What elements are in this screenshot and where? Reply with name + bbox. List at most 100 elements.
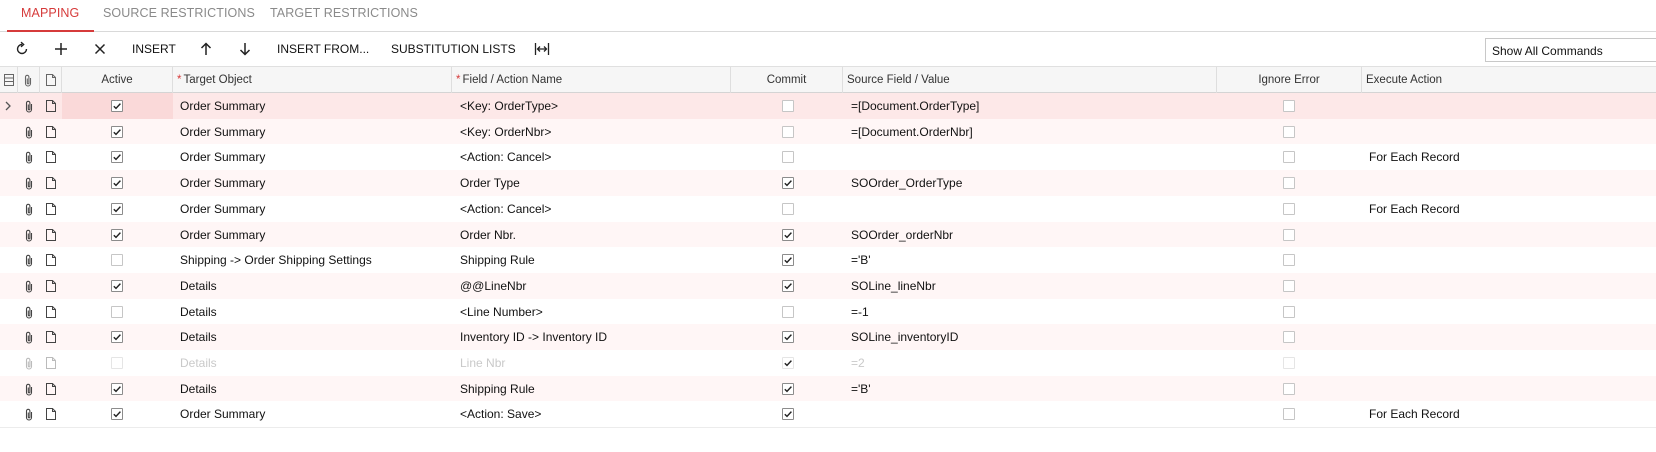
commit-checkbox[interactable] <box>782 408 794 421</box>
source-field-value-cell[interactable] <box>851 401 1211 427</box>
refresh-icon[interactable] <box>12 39 32 59</box>
commit-checkbox[interactable] <box>782 254 794 267</box>
source-field-value-cell[interactable] <box>851 196 1211 222</box>
source-field-value-cell[interactable]: SOLine_lineNbr <box>851 273 1211 299</box>
target-object-cell[interactable]: Order Summary <box>180 401 450 427</box>
source-field-value-cell[interactable]: =2 <box>851 350 1211 376</box>
execute-action-cell[interactable] <box>1369 119 1649 145</box>
execute-action-cell[interactable] <box>1369 170 1649 196</box>
ignore-error-checkbox[interactable] <box>1283 228 1295 241</box>
execute-action-cell[interactable] <box>1369 247 1649 273</box>
field-action-name-cell[interactable]: <Key: OrderNbr> <box>460 119 728 145</box>
paperclip-icon[interactable] <box>24 126 36 139</box>
note-icon[interactable] <box>46 177 58 190</box>
commands-select[interactable]: Show All Commands <box>1485 38 1656 62</box>
move-up-button[interactable] <box>196 39 216 59</box>
source-field-value-cell[interactable] <box>851 144 1211 170</box>
execute-action-cell[interactable] <box>1369 299 1649 325</box>
col-execute-action[interactable]: Execute Action <box>1362 67 1656 93</box>
table-row[interactable]: Order Summary <Action: Save> For Each Reco… <box>0 401 1656 429</box>
note-icon[interactable] <box>46 305 58 319</box>
target-object-cell[interactable]: Details <box>180 273 450 299</box>
paperclip-icon[interactable] <box>24 177 36 190</box>
paperclip-icon[interactable] <box>24 254 36 267</box>
active-checkbox[interactable] <box>111 100 123 112</box>
target-object-cell[interactable]: Order Summary <box>180 93 450 119</box>
active-checkbox[interactable] <box>111 305 123 318</box>
paperclip-icon[interactable] <box>24 100 36 113</box>
execute-action-cell[interactable] <box>1369 350 1649 376</box>
paperclip-icon[interactable] <box>24 229 36 242</box>
active-checkbox[interactable] <box>111 279 123 292</box>
field-action-name-cell[interactable]: @@LineNbr <box>460 273 728 299</box>
target-object-cell[interactable]: Order Summary <box>180 196 450 222</box>
table-row[interactable]: Details Line Nbr =2 <box>0 350 1656 377</box>
source-field-value-cell[interactable]: SOOrder_orderNbr <box>851 222 1211 248</box>
tab-target-restrictions[interactable]: TARGET RESTRICTIONS <box>270 6 418 20</box>
target-object-cell[interactable]: Order Summary <box>180 170 450 196</box>
execute-action-cell[interactable] <box>1369 273 1649 299</box>
tab-mapping[interactable]: MAPPING <box>21 6 79 20</box>
add-row-button[interactable] <box>51 39 71 59</box>
active-checkbox[interactable] <box>111 202 123 215</box>
active-checkbox[interactable] <box>111 125 123 138</box>
note-icon[interactable] <box>46 279 58 293</box>
target-object-cell[interactable]: Details <box>180 299 450 325</box>
table-row[interactable]: Order Summary <Key: OrderNbr> =[Document.O… <box>0 118 1656 146</box>
active-checkbox[interactable] <box>111 151 123 164</box>
commit-checkbox[interactable] <box>782 331 794 344</box>
commit-checkbox[interactable] <box>782 279 794 292</box>
table-row[interactable]: Order Summary Order Nbr. SOOrder_orderNbr <box>0 221 1656 249</box>
ignore-error-checkbox[interactable] <box>1283 202 1295 215</box>
paperclip-icon[interactable] <box>24 203 36 216</box>
execute-action-cell[interactable] <box>1369 93 1649 119</box>
source-field-value-cell[interactable]: ='B' <box>851 376 1211 402</box>
commit-checkbox[interactable] <box>782 151 794 164</box>
table-row[interactable]: Details @@LineNbr SOLine_lineNbr <box>0 272 1656 300</box>
source-field-value-cell[interactable]: SOOrder_OrderType <box>851 170 1211 196</box>
target-object-cell[interactable]: Details <box>180 376 450 402</box>
active-checkbox[interactable] <box>111 254 123 267</box>
active-checkbox[interactable] <box>111 357 123 369</box>
field-action-name-cell[interactable]: <Action: Cancel> <box>460 196 728 222</box>
paperclip-icon[interactable] <box>24 306 36 319</box>
execute-action-cell[interactable]: For Each Record <box>1369 144 1649 170</box>
source-field-value-cell[interactable]: ='B' <box>851 247 1211 273</box>
insert-from-button[interactable]: INSERT FROM... <box>277 42 369 56</box>
commit-checkbox[interactable] <box>782 382 794 395</box>
ignore-error-checkbox[interactable] <box>1283 305 1295 318</box>
target-object-cell[interactable]: Order Summary <box>180 222 450 248</box>
target-object-cell[interactable]: Details <box>180 324 450 350</box>
paperclip-icon[interactable] <box>24 408 36 421</box>
field-action-name-cell[interactable]: Order Nbr. <box>460 222 728 248</box>
source-field-value-cell[interactable]: =[Document.OrderNbr] <box>851 119 1211 145</box>
ignore-error-checkbox[interactable] <box>1283 357 1295 369</box>
note-icon[interactable] <box>46 357 58 370</box>
ignore-error-checkbox[interactable] <box>1283 177 1295 190</box>
active-checkbox[interactable] <box>111 382 123 395</box>
note-icon[interactable] <box>46 228 58 242</box>
table-row[interactable]: Shipping -> Order Shipping Settings Shipp… <box>0 247 1656 275</box>
note-icon[interactable] <box>46 254 58 267</box>
paperclip-icon[interactable] <box>24 331 36 344</box>
target-object-cell[interactable]: Order Summary <box>180 119 450 145</box>
commit-checkbox[interactable] <box>782 305 794 318</box>
source-field-value-cell[interactable]: =-1 <box>851 299 1211 325</box>
table-row[interactable]: Details Inventory ID -> Inventory ID SOLin… <box>0 324 1656 352</box>
target-object-cell[interactable]: Order Summary <box>180 144 450 170</box>
tab-source-restrictions[interactable]: SOURCE RESTRICTIONS <box>103 6 255 20</box>
insert-button[interactable]: INSERT <box>132 42 176 56</box>
col-active[interactable]: Active <box>62 67 173 93</box>
active-checkbox[interactable] <box>111 228 123 241</box>
field-action-name-cell[interactable]: Shipping Rule <box>460 376 728 402</box>
target-object-cell[interactable]: Shipping -> Order Shipping Settings <box>180 247 450 273</box>
field-action-name-cell[interactable]: Shipping Rule <box>460 247 728 273</box>
active-checkbox[interactable] <box>111 177 123 190</box>
table-row[interactable]: Details Shipping Rule ='B' <box>0 375 1656 403</box>
col-ignore-error[interactable]: Ignore Error <box>1217 67 1362 93</box>
field-action-name-cell[interactable]: Order Type <box>460 170 728 196</box>
active-checkbox[interactable] <box>111 408 123 421</box>
note-icon[interactable] <box>46 331 58 344</box>
active-checkbox[interactable] <box>111 331 123 344</box>
note-icon[interactable] <box>46 125 58 139</box>
